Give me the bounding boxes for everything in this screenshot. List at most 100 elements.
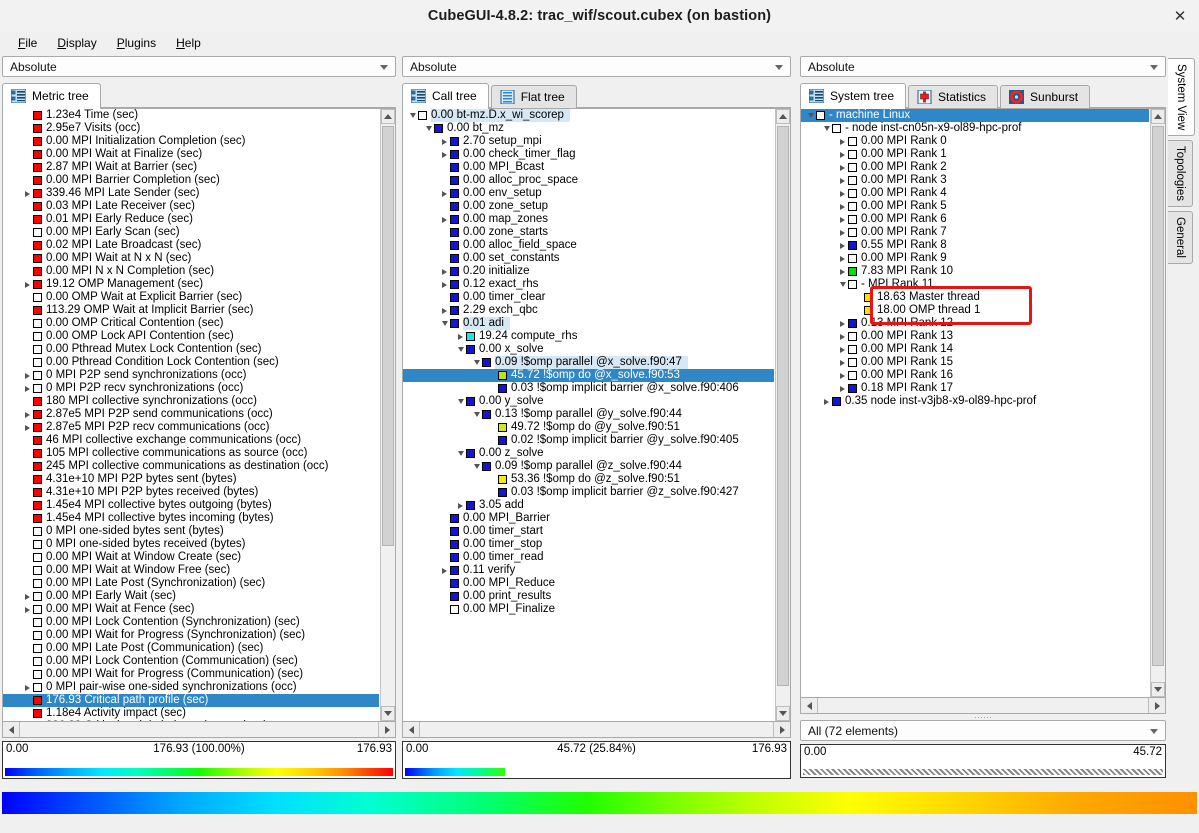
tree-row[interactable]: 0.00 MPI Initialization Completion (sec) <box>3 135 379 148</box>
expand-arrow-icon[interactable] <box>22 282 33 288</box>
tree-row[interactable]: 2.87 MPI Wait at Barrier (sec) <box>3 161 379 174</box>
tree-row[interactable]: 0.09 !$omp parallel @z_solve.f90:44 <box>403 460 774 473</box>
tree-row[interactable]: 0.00 timer_clear <box>403 291 774 304</box>
expand-arrow-icon[interactable] <box>837 360 848 366</box>
expand-arrow-icon[interactable] <box>837 204 848 210</box>
expand-arrow-icon[interactable] <box>22 685 33 691</box>
tree-row[interactable]: 0.00 MPI Rank 15 <box>801 356 1149 369</box>
tab-flat-tree[interactable]: Flat tree <box>491 85 577 108</box>
scroll-down-button[interactable] <box>776 706 790 721</box>
scroll-up-button[interactable] <box>776 109 790 124</box>
tree-row[interactable]: 0.01 MPI Early Reduce (sec) <box>3 213 379 226</box>
menu-file[interactable]: File <box>8 34 47 52</box>
tree-row[interactable]: 0.03 MPI Late Receiver (sec) <box>3 200 379 213</box>
tree-row[interactable]: 0.00 OMP Lock API Contention (sec) <box>3 330 379 343</box>
tree-row[interactable]: 0.00 MPI Early Wait (sec) <box>3 590 379 603</box>
tree-row[interactable]: 0.00 alloc_proc_space <box>403 174 774 187</box>
tree-row[interactable]: 1.23e4 Time (sec) <box>3 109 379 122</box>
tree-row[interactable]: 0.00 MPI Rank 4 <box>801 187 1149 200</box>
tree-row[interactable]: 2.29 exch_qbc <box>403 304 774 317</box>
call-mode-combo[interactable]: Absolute <box>402 56 791 77</box>
tree-row[interactable]: 0.00 MPI Rank 13 <box>801 330 1149 343</box>
tree-row[interactable]: 2.95e7 Visits (occ) <box>3 122 379 135</box>
expand-arrow-icon[interactable] <box>837 256 848 262</box>
tree-row[interactable]: 0.00 OMP Critical Contention (sec) <box>3 317 379 330</box>
system-filter-combo[interactable]: All (72 elements) <box>800 720 1166 741</box>
expand-arrow-icon[interactable] <box>837 321 848 327</box>
system-tree[interactable]: - machine Linux- node inst-cn05n-x9-ol89… <box>800 108 1166 698</box>
expand-arrow-icon[interactable] <box>22 607 33 613</box>
tree-row[interactable]: 0.00 MPI Late Post (Communication) (sec) <box>3 642 379 655</box>
tree-row[interactable]: 0.00 MPI Rank 9 <box>801 252 1149 265</box>
expand-arrow-icon[interactable] <box>837 373 848 379</box>
tree-row[interactable]: 0.13 MPI Rank 12 <box>801 317 1149 330</box>
tree-row[interactable]: 1.45e4 MPI collective bytes outgoing (by… <box>3 499 379 512</box>
expand-arrow-icon[interactable] <box>837 152 848 158</box>
tree-row[interactable]: 2.87e5 MPI P2P send communications (occ) <box>3 408 379 421</box>
expand-arrow-icon[interactable] <box>439 568 450 574</box>
expand-arrow-icon[interactable] <box>22 425 33 431</box>
tree-row[interactable]: 0.00 MPI Wait at Window Free (sec) <box>3 564 379 577</box>
scroll-right-button[interactable] <box>773 722 790 737</box>
tree-row[interactable]: 0.00 check_timer_flag <box>403 148 774 161</box>
scroll-left-button[interactable] <box>801 698 818 713</box>
close-icon[interactable]: ✕ <box>1171 7 1189 25</box>
expand-arrow-icon[interactable] <box>22 373 33 379</box>
tree-row[interactable]: 7.83 MPI Rank 10 <box>801 265 1149 278</box>
scroll-left-button[interactable] <box>403 722 420 737</box>
tree-row[interactable]: 19.12 OMP Management (sec) <box>3 278 379 291</box>
tree-row[interactable]: 19.24 compute_rhs <box>403 330 774 343</box>
tree-row[interactable]: 0 MPI one-sided bytes received (bytes) <box>3 538 379 551</box>
collapse-arrow-icon[interactable] <box>805 113 816 118</box>
tree-row[interactable]: 0.00 MPI Rank 5 <box>801 200 1149 213</box>
tree-row[interactable]: 0.00 Pthread Condition Lock Contention (… <box>3 356 379 369</box>
menu-help[interactable]: Help <box>166 34 211 52</box>
tree-row[interactable]: 0.00 env_setup <box>403 187 774 200</box>
tree-row[interactable]: 339.46 MPI Late Sender (sec) <box>3 187 379 200</box>
tree-row[interactable]: 1.45e4 MPI collective bytes incoming (by… <box>3 512 379 525</box>
tree-row[interactable]: 0.02 !$omp implicit barrier @y_solve.f90… <box>403 434 774 447</box>
tree-row[interactable]: 180 MPI collective synchronizations (occ… <box>3 395 379 408</box>
tree-row[interactable]: 0.00 alloc_field_space <box>403 239 774 252</box>
tree-row[interactable]: 18.00 OMP thread 1 <box>801 304 1149 317</box>
tab-sunburst[interactable]: Sunburst <box>1000 85 1090 108</box>
collapse-arrow-icon[interactable] <box>471 360 482 365</box>
collapse-arrow-icon[interactable] <box>471 464 482 469</box>
expand-arrow-icon[interactable] <box>837 347 848 353</box>
metric-tree-scrollbar-horizontal[interactable] <box>2 722 396 738</box>
tree-row[interactable]: 0.00 MPI Wait for Progress (Synchronizat… <box>3 629 379 642</box>
tree-row[interactable]: 0.13 !$omp parallel @y_solve.f90:44 <box>403 408 774 421</box>
call-tree[interactable]: 0.00 bt-mz.D.x_wi_scorep0.00 bt_mz2.70 s… <box>402 108 791 722</box>
vtab-topologies[interactable]: Topologies <box>1168 140 1193 207</box>
tree-row[interactable]: 18.63 Master thread <box>801 291 1149 304</box>
system-tree-scrollbar-horizontal[interactable] <box>800 698 1166 714</box>
scroll-thumb[interactable] <box>777 126 789 686</box>
collapse-arrow-icon[interactable] <box>439 321 450 326</box>
collapse-arrow-icon[interactable] <box>455 399 466 404</box>
tab-system-tree[interactable]: System tree <box>800 83 906 108</box>
tree-row[interactable]: 0.03 !$omp implicit barrier @z_solve.f90… <box>403 486 774 499</box>
tree-row[interactable]: 3.05 add <box>403 499 774 512</box>
menu-plugins[interactable]: Plugins <box>107 34 166 52</box>
expand-arrow-icon[interactable] <box>439 308 450 314</box>
expand-arrow-icon[interactable] <box>22 191 33 197</box>
tree-row[interactable]: 0.55 MPI Rank 8 <box>801 239 1149 252</box>
tree-row[interactable]: 0.00 MPI_Barrier <box>403 512 774 525</box>
tree-row[interactable]: 0.00 MPI Rank 3 <box>801 174 1149 187</box>
tree-row[interactable]: 0.00 print_results <box>403 590 774 603</box>
tree-row[interactable]: 0.00 bt-mz.D.x_wi_scorep <box>403 109 774 122</box>
tree-row[interactable]: 4.31e+10 MPI P2P bytes sent (bytes) <box>3 473 379 486</box>
tree-row[interactable]: 53.36 !$omp do @z_solve.f90:51 <box>403 473 774 486</box>
tree-row[interactable]: 0.00 MPI_Reduce <box>403 577 774 590</box>
tree-row[interactable]: - node inst-cn05n-x9-ol89-hpc-prof <box>801 122 1149 135</box>
tree-row[interactable]: 926.83 Critical-path imbalance impact (s… <box>3 720 379 721</box>
expand-arrow-icon[interactable] <box>439 152 450 158</box>
tree-row[interactable]: 0.00 MPI Rank 6 <box>801 213 1149 226</box>
tree-row[interactable]: 0.00 bt_mz <box>403 122 774 135</box>
scroll-right-button[interactable] <box>1148 698 1165 713</box>
expand-arrow-icon[interactable] <box>455 503 466 509</box>
tree-row[interactable]: 0.18 MPI Rank 17 <box>801 382 1149 395</box>
vtab-general[interactable]: General <box>1168 211 1193 264</box>
tree-row[interactable]: 0.00 OMP Wait at Explicit Barrier (sec) <box>3 291 379 304</box>
tree-row[interactable]: 0.00 Pthread Mutex Lock Contention (sec) <box>3 343 379 356</box>
